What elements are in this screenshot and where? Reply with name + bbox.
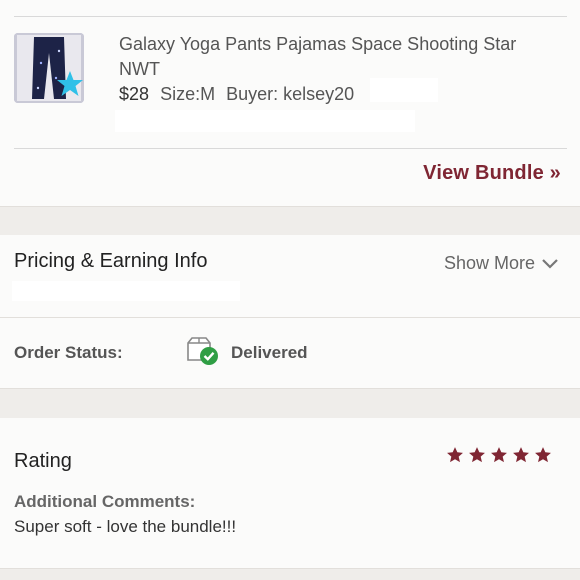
item-meta: $28 Size:M Buyer: kelsey20 [119,82,354,107]
item-buyer[interactable]: Buyer: kelsey20 [226,84,354,104]
star-icon [491,447,507,463]
item-size: Size:M [160,84,216,104]
order-status-label: Order Status: [14,343,123,362]
star-icon [469,447,485,463]
show-more-label: Show More [443,253,535,273]
redacted-area [12,281,240,301]
rating-card: Rating Additional Comments: Super soft -… [0,418,580,568]
star-icon [447,447,463,463]
item-title[interactable]: Galaxy Yoga Pants Pajamas Space Shooting… [119,32,559,82]
pricing-card: Pricing & Earning Info Show More [0,235,580,317]
star-icon [513,447,529,463]
redacted-area [115,110,415,132]
comments-label: Additional Comments: [14,492,196,511]
order-status-value: Delivered [231,343,308,362]
pricing-title: Pricing & Earning Info [14,250,208,272]
rating-stars [446,446,552,464]
section-divider [0,388,580,389]
comments-text: Super soft - love the bundle!!! [14,517,237,536]
star-badge-icon [56,70,84,103]
chevron-down-icon [535,253,558,274]
redacted-area [370,78,438,102]
delivered-box-check-icon [186,336,220,371]
order-status-card: Order Status: Delivered [0,318,580,388]
section-divider [0,568,580,569]
rating-title: Rating [14,450,72,472]
item-card: Galaxy Yoga Pants Pajamas Space Shooting… [0,0,580,206]
view-bundle-link[interactable]: View Bundle » [423,162,561,185]
section-divider [0,206,580,207]
item-top-divider [14,16,567,17]
show-more-button[interactable]: Show More [444,253,558,274]
item-divider [14,148,567,149]
item-price: $28 [119,84,150,104]
item-thumbnail[interactable] [14,33,84,103]
star-icon [535,447,551,463]
